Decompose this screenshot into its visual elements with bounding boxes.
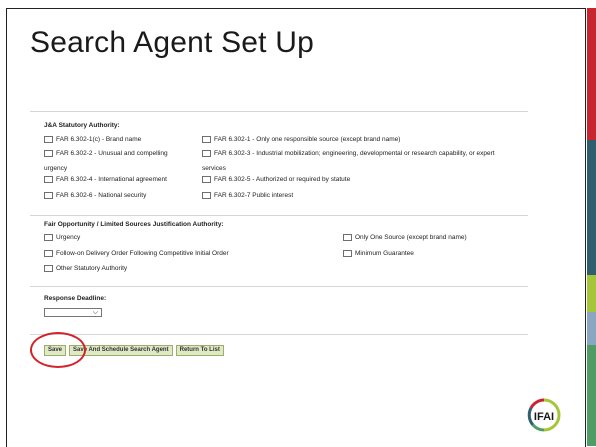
checkbox-label: FAR 6.302-6 - National security (56, 192, 147, 199)
checkbox-label: FAR 6.302-3 - Industrial mobilization; e… (214, 150, 495, 157)
checkbox-label: FAR 6.302-2 - Unusual and compelling (56, 150, 168, 157)
checkbox-row[interactable]: FAR 6.302-4 - International agreement (44, 176, 167, 183)
checkbox-row[interactable]: FAR 6.302-5 - Authorized or required by … (202, 176, 350, 183)
checkbox-label: FAR 6.302-4 - International agreement (56, 176, 167, 183)
divider (30, 111, 528, 112)
checkbox-label: Minimum Guarantee (355, 250, 414, 257)
checkbox[interactable] (202, 176, 211, 183)
return-to-list-button[interactable]: Return To List (175, 345, 224, 356)
checkbox[interactable] (44, 250, 53, 257)
checkbox[interactable] (44, 176, 53, 183)
checkbox-label: FAR 6.302-7 Public interest (214, 192, 294, 199)
checkbox-label-wrap: urgency (44, 165, 68, 172)
checkbox-row[interactable]: Follow-on Delivery Order Following Compe… (44, 250, 229, 257)
accent-bar-blue (587, 312, 596, 345)
checkbox[interactable] (202, 150, 211, 157)
response-deadline-label: Response Deadline: (44, 295, 107, 302)
divider (30, 334, 528, 335)
chevron-down-icon[interactable]: ⌵ (93, 309, 98, 316)
checkbox-row[interactable]: FAR 6.302-3 - Industrial mobilization; e… (202, 150, 495, 157)
checkbox-label: FAR 6.302-5 - Authorized or required by … (214, 176, 351, 183)
checkbox-label: Urgency (56, 234, 81, 241)
checkbox-row[interactable]: FAR 6.302-6 - National security (44, 192, 146, 199)
checkbox-row[interactable]: Other Statutory Authority (44, 265, 127, 272)
divider (30, 286, 528, 287)
ja-heading: J&A Statutory Authority: (44, 122, 120, 129)
checkbox[interactable] (44, 136, 53, 143)
divider (30, 215, 528, 216)
checkbox-row[interactable]: FAR 6.302-1 - Only one responsible sourc… (202, 136, 400, 143)
checkbox-row[interactable]: Minimum Guarantee (343, 250, 414, 257)
checkbox-row[interactable]: Urgency (44, 234, 80, 241)
checkbox[interactable] (44, 265, 53, 272)
checkbox-label: Follow-on Delivery Order Following Compe… (56, 250, 229, 257)
page-title: Search Agent Set Up (30, 26, 314, 59)
checkbox-row[interactable]: FAR 6.302-7 Public interest (202, 192, 293, 199)
highlight-circle (30, 332, 86, 368)
logo-icon: IFAI (527, 398, 561, 432)
checkbox-label: FAR 6.302-1 - Only one responsible sourc… (214, 136, 401, 143)
checkbox[interactable] (44, 150, 53, 157)
checkbox-row[interactable]: Only One Source (except brand name) (343, 234, 467, 241)
fair-opportunity-heading: Fair Opportunity / Limited Sources Justi… (44, 221, 224, 228)
checkbox-label-wrap: services (202, 165, 226, 172)
checkbox[interactable] (44, 192, 53, 199)
accent-bar-lime (587, 275, 596, 312)
accent-bar-teal (587, 140, 596, 275)
checkbox-row[interactable]: FAR 6.302-2 - Unusual and compelling (44, 150, 168, 157)
accent-bar-green (587, 345, 596, 446)
checkbox[interactable] (202, 136, 211, 143)
checkbox[interactable] (343, 250, 352, 257)
checkbox[interactable] (44, 234, 53, 241)
response-deadline-select[interactable]: ⌵ (44, 308, 102, 317)
checkbox-label: Only One Source (except brand name) (355, 234, 467, 241)
checkbox-label: FAR 6.302-1(c) - Brand name (56, 136, 142, 143)
checkbox[interactable] (202, 192, 211, 199)
checkbox-row[interactable]: FAR 6.302-1(c) - Brand name (44, 136, 141, 143)
checkbox-label: Other Statutory Authority (56, 265, 128, 272)
ifai-logo: IFAI (527, 398, 561, 432)
accent-bar-red (587, 8, 596, 140)
checkbox[interactable] (343, 234, 352, 241)
logo-text: IFAI (534, 411, 554, 423)
